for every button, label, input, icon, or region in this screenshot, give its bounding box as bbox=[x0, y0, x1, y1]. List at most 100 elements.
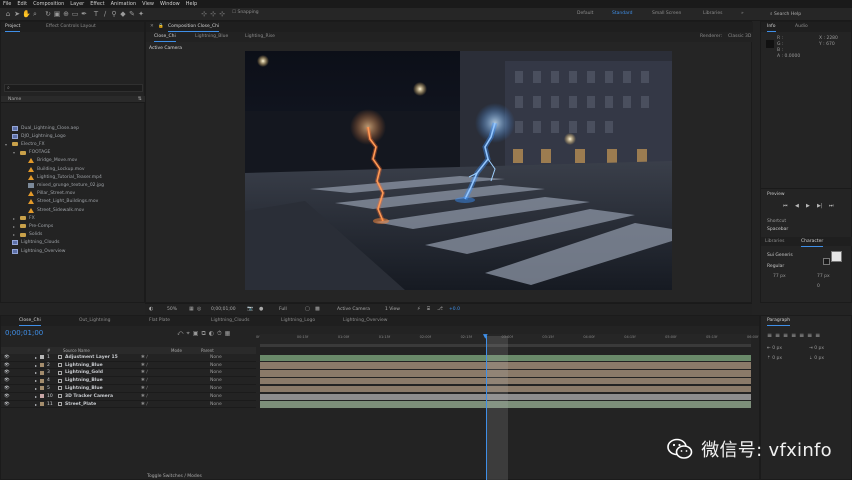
grid-icon[interactable]: ▦ bbox=[189, 306, 194, 312]
leading-value[interactable]: 77 px bbox=[817, 274, 830, 279]
pen-tool-icon[interactable]: ✒ bbox=[80, 10, 88, 18]
menu-view[interactable]: View bbox=[142, 1, 154, 7]
local-axis-icon[interactable]: ⊹ bbox=[200, 10, 208, 18]
menu-window[interactable]: Window bbox=[160, 1, 180, 7]
tab-paragraph[interactable]: Paragraph bbox=[767, 318, 791, 326]
layer-name[interactable]: Lightning_Blue bbox=[65, 363, 103, 368]
timeline-layer-row[interactable]: 👁 ▸ 11 Street_Plate ✱ ∕ None bbox=[1, 401, 256, 409]
brush-tool-icon[interactable]: ∕ bbox=[101, 10, 109, 18]
expand-layer-arrow-icon[interactable]: ▸ bbox=[35, 386, 37, 391]
timeline-link-icon[interactable]: ⌸ bbox=[427, 306, 430, 312]
visibility-eye-icon[interactable]: 👁 bbox=[4, 355, 10, 360]
composition-viewer[interactable] bbox=[245, 51, 672, 290]
timeline-tab[interactable]: Flat Plate bbox=[149, 318, 170, 323]
layer-parent-select[interactable]: None bbox=[210, 355, 222, 360]
tab-audio[interactable]: Audio bbox=[795, 24, 808, 29]
layer-label-color[interactable] bbox=[40, 355, 44, 360]
expand-arrow-icon[interactable]: ▾ bbox=[5, 142, 9, 147]
home-icon[interactable]: ⌂ bbox=[4, 10, 12, 18]
eraser-tool-icon[interactable]: ◆ bbox=[119, 10, 127, 18]
tab-effect-controls[interactable]: Effect Controls Layout bbox=[46, 24, 96, 29]
expand-arrow-icon[interactable]: ▾ bbox=[13, 150, 17, 155]
timeline-layer-row[interactable]: 👁 ▸ 5 Lightning_Blue ✱ ∕ None bbox=[1, 385, 256, 393]
renderer-value[interactable]: Classic 3D bbox=[728, 34, 751, 39]
timeline-tab[interactable]: Lightning_Clouds bbox=[211, 318, 250, 323]
timeline-tab[interactable]: Lightning_Logo bbox=[281, 318, 315, 323]
expand-layer-arrow-icon[interactable]: ▸ bbox=[35, 402, 37, 407]
zoom-select[interactable]: 50% bbox=[167, 307, 177, 312]
layer-switches-icon[interactable]: ✱ ∕ bbox=[141, 355, 148, 360]
rotate-tool-icon[interactable]: ↻ bbox=[44, 10, 52, 18]
font-style-select[interactable]: Regular bbox=[767, 264, 784, 269]
layer-label-color[interactable] bbox=[40, 378, 44, 383]
workspace-libraries[interactable]: Libraries bbox=[703, 11, 722, 16]
clone-stamp-tool-icon[interactable]: ⚲ bbox=[110, 10, 118, 18]
project-item[interactable]: Building_Lockup.mov bbox=[21, 165, 85, 173]
fill-color-swatch[interactable] bbox=[831, 251, 842, 262]
layer-name[interactable]: Lightning_Gold bbox=[65, 370, 103, 375]
workspace-default[interactable]: Default bbox=[577, 11, 593, 16]
timeline-tab[interactable]: Lightning_Overview bbox=[343, 318, 387, 323]
tab-info[interactable]: Info bbox=[767, 24, 776, 32]
project-item[interactable]: Lightning_Overview bbox=[5, 247, 65, 255]
camera-view-select[interactable]: Active Camera bbox=[337, 307, 370, 312]
layer-switches-icon[interactable]: ✱ ∕ bbox=[141, 363, 148, 368]
layer-switches-icon[interactable]: ✱ ∕ bbox=[141, 394, 148, 399]
project-item[interactable]: Lighting_Tutorial_Teaser.mp4 bbox=[21, 173, 102, 181]
collapse-arrow-icon[interactable]: ▸ bbox=[13, 224, 17, 229]
visibility-eye-icon[interactable]: 👁 bbox=[4, 370, 10, 375]
project-search-input[interactable]: ⌕ bbox=[4, 84, 143, 92]
timeline-layer-row[interactable]: 👁 ▸ 4 Lightning_Blue ✱ ∕ None bbox=[1, 377, 256, 385]
expand-layer-arrow-icon[interactable]: ▸ bbox=[35, 370, 37, 375]
mask-tool-icon[interactable]: ▭ bbox=[71, 10, 79, 18]
timeline-timecode[interactable]: 0;00;01;00 bbox=[5, 329, 43, 337]
selection-tool-icon[interactable]: ➤ bbox=[13, 10, 21, 18]
layer-name[interactable]: 3D Tracker Camera bbox=[65, 394, 113, 399]
expand-layer-arrow-icon[interactable]: ▸ bbox=[35, 355, 37, 360]
project-item[interactable]: Bridge_Move.mov bbox=[21, 157, 77, 165]
indent-right-icon[interactable]: ⇥ 0 px bbox=[809, 346, 824, 351]
color-channel-icon[interactable]: ● bbox=[259, 306, 263, 312]
project-item[interactable]: Pillar_Street.mov bbox=[21, 190, 75, 198]
last-frame-icon[interactable]: ⏭ bbox=[829, 203, 834, 209]
mask-visibility-icon[interactable]: ◎ bbox=[197, 306, 201, 312]
resolution-select[interactable]: Full bbox=[279, 307, 287, 312]
collapse-arrow-icon[interactable]: ▸ bbox=[13, 216, 17, 221]
toggle-switches-modes[interactable]: Toggle Switches / Modes bbox=[147, 474, 202, 479]
exposure-value[interactable]: +0.0 bbox=[449, 307, 460, 312]
layer-parent-select[interactable]: None bbox=[210, 363, 222, 368]
view-layout-select[interactable]: 1 View bbox=[385, 307, 400, 312]
view-axis-icon[interactable]: ⊹ bbox=[218, 10, 226, 18]
first-frame-icon[interactable]: ⏮ bbox=[783, 203, 788, 209]
layer-switches-icon[interactable]: ✱ ∕ bbox=[141, 378, 148, 383]
project-item[interactable]: mixed_grunge_texture_02.jpg bbox=[21, 181, 104, 189]
project-item[interactable]: ▸ Solids bbox=[13, 231, 42, 239]
project-item[interactable]: ▾ Electro_FX bbox=[5, 140, 45, 148]
menu-layer[interactable]: Layer bbox=[70, 1, 84, 7]
play-icon[interactable]: ▶ bbox=[806, 203, 810, 209]
roto-brush-tool-icon[interactable]: ✎ bbox=[128, 10, 136, 18]
visibility-eye-icon[interactable]: 👁 bbox=[4, 402, 10, 407]
pan-behind-tool-icon[interactable]: ⊕ bbox=[62, 10, 70, 18]
timeline-switches-icons[interactable]: ⤺⌖▣⧉◐⏱▦ bbox=[177, 330, 233, 338]
layer-parent-select[interactable]: None bbox=[210, 394, 222, 399]
comp-tab-lightning-blue[interactable]: Lightning_Blue bbox=[195, 34, 228, 39]
layer-label-color[interactable] bbox=[40, 363, 44, 368]
timeline-layer-row[interactable]: 👁 ▸ 10 3D Tracker Camera ✱ ∕ None bbox=[1, 393, 256, 401]
roi-icon[interactable]: ▢ bbox=[305, 306, 310, 312]
comp-tab-close-chi[interactable]: Close_Chi bbox=[154, 34, 176, 42]
layer-label-color[interactable] bbox=[40, 386, 44, 391]
project-item[interactable]: Street_Light_Buildings.mov bbox=[21, 198, 98, 206]
previous-frame-icon[interactable]: ◀ bbox=[795, 203, 799, 209]
project-item[interactable]: ▸ FX bbox=[13, 214, 35, 222]
hand-tool-icon[interactable]: ✋ bbox=[22, 10, 31, 18]
project-item[interactable]: ▸ Pre-Comps bbox=[13, 222, 53, 230]
workspace-small-screen[interactable]: Small Screen bbox=[652, 11, 681, 16]
expand-layer-arrow-icon[interactable]: ▸ bbox=[35, 378, 37, 383]
comp-tab-lighting-rise[interactable]: Lighting_Rise bbox=[245, 34, 275, 39]
layer-label-color[interactable] bbox=[40, 370, 44, 375]
timeline-tab[interactable]: Out_Lightning bbox=[79, 318, 110, 323]
snapshot-icon[interactable]: 📷 bbox=[247, 306, 253, 312]
tab-libraries[interactable]: Libraries bbox=[765, 239, 784, 244]
tab-project[interactable]: Project bbox=[5, 24, 21, 32]
